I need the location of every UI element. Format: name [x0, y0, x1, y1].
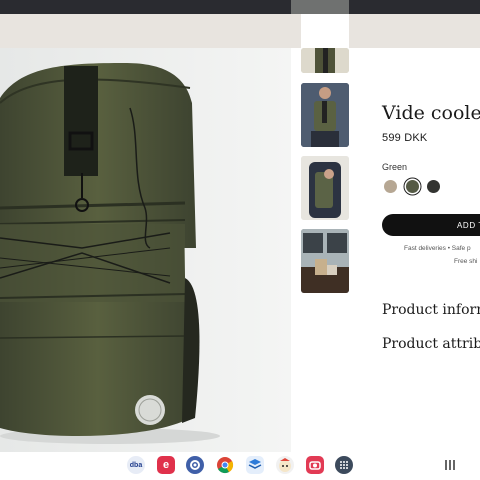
taskbar: dba e	[0, 452, 480, 480]
thumbnail-4[interactable]	[301, 229, 349, 293]
navigation-handle-icon[interactable]	[444, 460, 456, 470]
swatch-green[interactable]	[406, 180, 419, 193]
product-information-section[interactable]: Product inform	[382, 302, 480, 318]
files-icon[interactable]	[246, 456, 264, 474]
camera-icon[interactable]	[306, 456, 324, 474]
product-attributes-section[interactable]: Product attribu	[382, 336, 480, 352]
thumbnail-1[interactable]	[301, 48, 349, 73]
add-to-cart-button[interactable]: ADD T	[382, 214, 480, 236]
thumbnail-strip-top	[291, 0, 349, 14]
thumbnail-3[interactable]	[301, 156, 349, 220]
product-hero-image[interactable]	[0, 48, 291, 452]
product-price: 599 DKK	[382, 132, 428, 144]
backpack-illustration	[0, 48, 291, 452]
delivery-info: Fast deliveries • Safe p	[404, 245, 471, 252]
game-icon[interactable]	[276, 456, 294, 474]
swatch-sand[interactable]	[384, 180, 397, 193]
settings-icon[interactable]	[186, 456, 204, 474]
shipping-info: Free shi	[454, 258, 478, 265]
product-details-panel: Vide cooler 599 DKK Green ADD T Fast del…	[349, 48, 480, 452]
e-app-icon[interactable]: e	[157, 456, 175, 474]
apps-grid-icon[interactable]	[335, 456, 353, 474]
swatch-black[interactable]	[427, 180, 440, 193]
chrome-icon[interactable]	[216, 456, 234, 474]
color-label: Green	[382, 162, 408, 172]
product-title: Vide cooler	[382, 102, 480, 124]
status-bar	[0, 0, 480, 14]
thumbnail-2[interactable]	[301, 83, 349, 147]
dba-app-icon[interactable]: dba	[127, 456, 145, 474]
top-banner	[0, 14, 480, 48]
thumbnail-gap	[301, 14, 349, 48]
